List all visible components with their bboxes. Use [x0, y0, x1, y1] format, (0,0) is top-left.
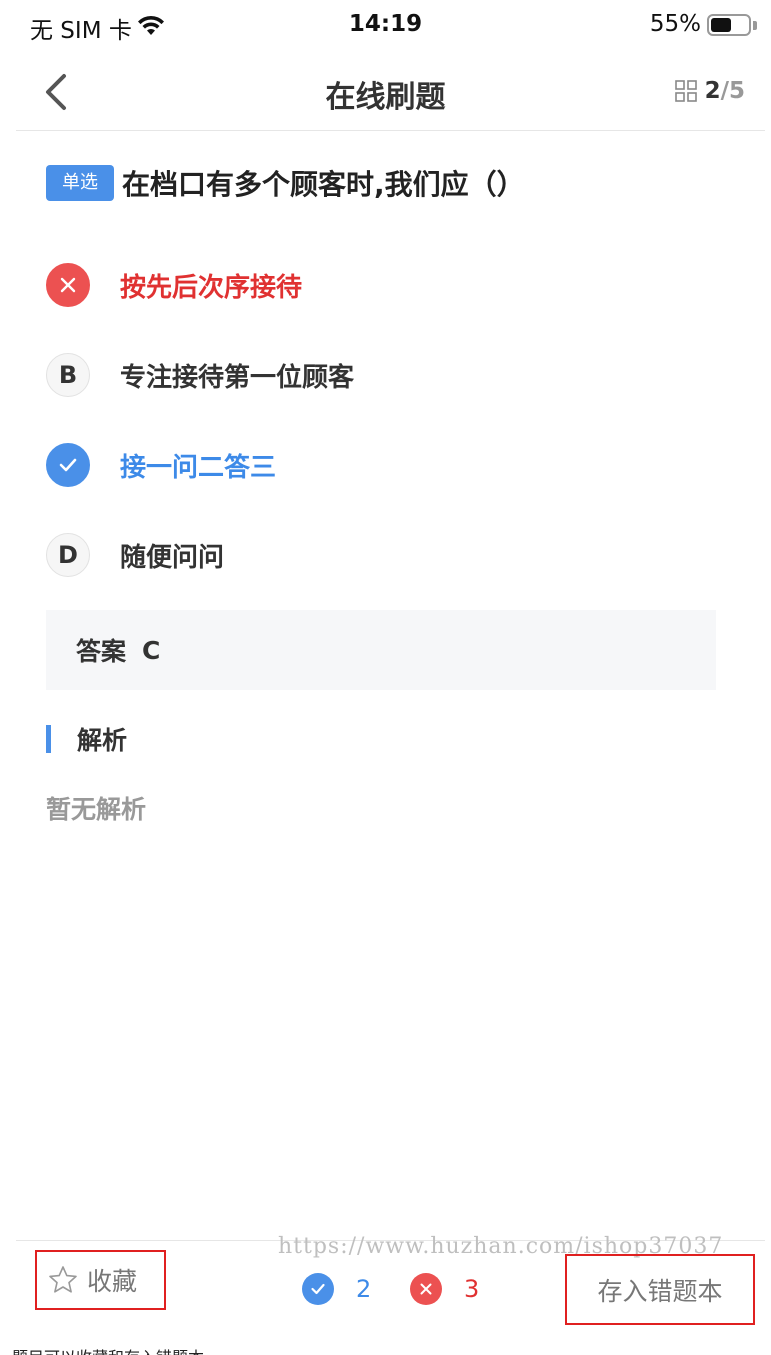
answer-label: 答案 [76, 637, 127, 666]
answer-value: C [142, 635, 161, 665]
right-count: 2 [356, 1275, 372, 1303]
save-to-wrong-book-button[interactable]: 存入错题本 [565, 1254, 755, 1325]
grid-icon [674, 80, 697, 102]
analysis-accent-bar [46, 725, 51, 753]
wrong-count: 3 [464, 1275, 480, 1303]
battery-icon [707, 14, 751, 36]
right-count-dot [302, 1273, 334, 1305]
option-d-letter: D [46, 533, 90, 577]
option-b[interactable]: B 专注接待第一位顾客 [46, 330, 726, 420]
close-icon [60, 277, 76, 293]
favorite-button[interactable]: 收藏 [35, 1250, 166, 1310]
question-progress-button[interactable]: 2 / 5 [674, 78, 745, 104]
answer-box: 答案 C [46, 610, 716, 690]
option-c-right-badge [46, 443, 90, 487]
favorite-label: 收藏 [87, 1267, 138, 1296]
right-count-stat: 2 [302, 1273, 371, 1305]
progress-total: 5 [728, 78, 745, 104]
progress-current: 2 [704, 78, 721, 104]
page-title: 在线刷题 [325, 80, 446, 115]
battery-percent: 55% [649, 11, 701, 37]
wrong-count-dot [410, 1273, 442, 1305]
option-b-letter: B [46, 353, 90, 397]
analysis-title: 解析 [77, 726, 128, 755]
option-a-wrong-badge [46, 263, 90, 307]
option-d[interactable]: D 随便问问 [46, 510, 726, 600]
caption: 题目可以收藏和存入错题本 [12, 1344, 204, 1355]
check-icon [59, 458, 77, 472]
nav-bar: 在线刷题 2 / 5 [0, 52, 771, 132]
battery-fill [711, 18, 731, 32]
option-b-text: 专注接待第一位顾客 [120, 362, 355, 393]
star-icon [49, 1266, 77, 1293]
battery-tip [753, 21, 757, 30]
option-a[interactable]: 按先后次序接待 [46, 240, 726, 330]
question-header: 单选 在档口有多个顾客时,我们应（） [46, 163, 746, 203]
analysis-header: 解析 [46, 723, 127, 755]
question-type-badge: 单选 [46, 165, 114, 201]
option-d-text: 随便问问 [120, 542, 225, 573]
question-text: 在档口有多个顾客时,我们应（） [122, 168, 525, 201]
progress-separator: / [720, 78, 729, 104]
option-a-text: 按先后次序接待 [120, 272, 303, 303]
close-icon [420, 1283, 432, 1295]
option-c-text: 接一问二答三 [120, 452, 277, 483]
option-list: 按先后次序接待 B 专注接待第一位顾客 接一问二答三 D 随便问问 [46, 240, 726, 600]
wrong-count-stat: 3 [410, 1273, 479, 1305]
status-bar: 无 SIM 卡 14:19 55% [0, 0, 771, 52]
nav-divider [16, 130, 765, 131]
check-icon [311, 1283, 325, 1295]
option-c[interactable]: 接一问二答三 [46, 420, 726, 510]
analysis-body: 暂无解析 [46, 795, 147, 824]
